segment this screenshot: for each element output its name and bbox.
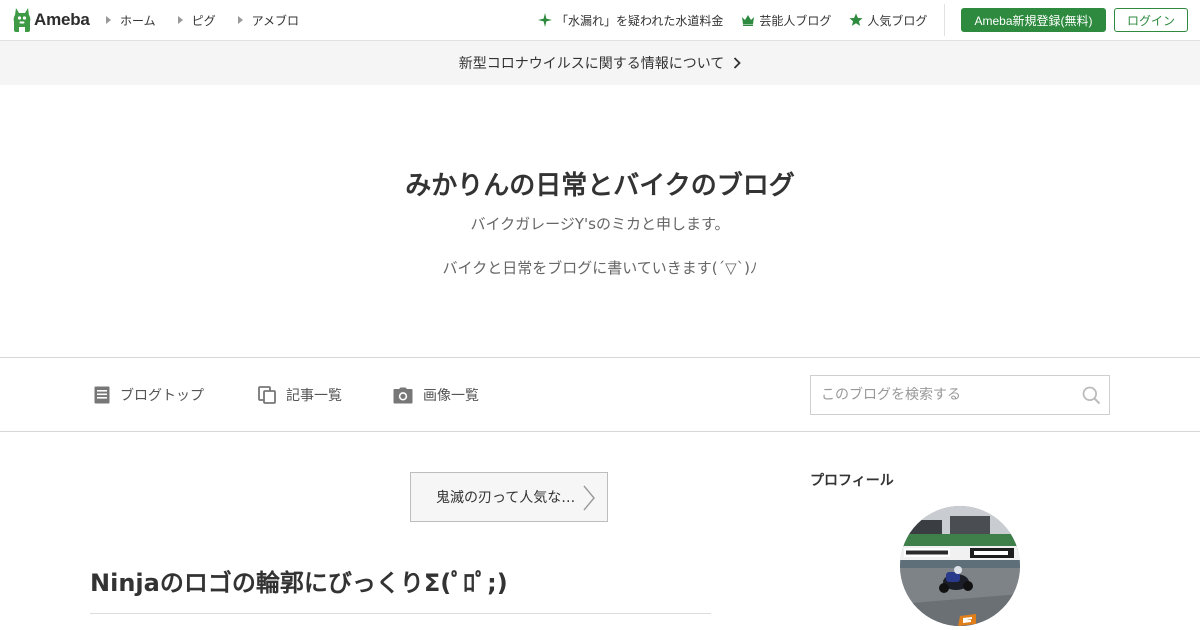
nav-pigg[interactable]: ピグ	[177, 12, 216, 29]
blog-description-line1: バイクガレージY'sのミカと申します。	[470, 215, 730, 233]
blog-nav-images[interactable]: 画像一覧	[393, 359, 479, 431]
sparkle-icon	[538, 13, 552, 27]
entry-title[interactable]: Ninjaのロゴの輪郭にびっくりΣ(ﾟﾛﾟ;)	[90, 563, 508, 598]
previous-entry-label: 鬼滅の刃って人気な…	[436, 490, 576, 506]
global-header: Ameba ホーム ピグ アメブロ 「水漏れ」を疑われた水道料金 芸能人ブログ …	[0, 0, 1200, 41]
crown-icon	[742, 15, 755, 26]
star-icon	[849, 13, 864, 26]
link-water-bill[interactable]: 「水漏れ」を疑われた水道料金	[538, 12, 723, 29]
global-nav: ホーム ピグ アメブロ	[106, 0, 321, 40]
ameba-logo[interactable]: Ameba	[12, 7, 90, 33]
ameba-mascot-icon	[13, 8, 31, 32]
chevron-right-icon	[583, 485, 595, 511]
blog-nav-entries-label: 記事一覧	[286, 388, 342, 404]
nav-pigg-label: ピグ	[191, 13, 216, 28]
blog-nav-top-label: ブログトップ	[120, 388, 204, 404]
blog-search	[810, 375, 1110, 415]
featured-links: 「水漏れ」を疑われた水道料金 芸能人ブログ 人気ブログ	[538, 0, 945, 40]
logo-text: Ameba	[34, 10, 90, 29]
login-button[interactable]: ログイン	[1114, 8, 1188, 32]
link-popular-blogs[interactable]: 人気ブログ	[849, 12, 927, 29]
document-icon	[94, 386, 110, 404]
header-divider	[944, 4, 945, 36]
blog-nav-images-label: 画像一覧	[423, 388, 479, 404]
camera-icon	[393, 387, 413, 403]
previous-entry-link[interactable]: 鬼滅の刃って人気な…	[410, 472, 608, 522]
chevron-right-icon	[734, 57, 742, 69]
link-popular-blogs-label: 人気ブログ	[867, 13, 928, 28]
blog-search-input[interactable]	[811, 376, 1071, 414]
copy-icon	[258, 386, 276, 404]
search-icon	[1082, 386, 1100, 404]
profile-heading: プロフィール	[810, 473, 894, 489]
register-button[interactable]: Ameba新規登録(無料)	[961, 8, 1106, 32]
triangle-right-icon	[106, 16, 111, 24]
nav-home-label: ホーム	[120, 13, 156, 28]
search-button[interactable]	[1079, 384, 1103, 406]
blog-description-line2: バイクと日常をブログに書いていきます(´▽`)ﾉ	[442, 259, 758, 277]
nav-ameblo-label: アメブロ	[251, 13, 300, 28]
nav-home[interactable]: ホーム	[106, 12, 156, 29]
blog-nav-entries[interactable]: 記事一覧	[258, 359, 342, 431]
entry-title-divider	[90, 613, 711, 614]
blog-title[interactable]: みかりんの日常とバイクのブログ	[0, 165, 1200, 202]
blog-header: みかりんの日常とバイクのブログ バイクガレージY'sのミカと申します。 バイクと…	[0, 85, 1200, 358]
covid-notice-banner[interactable]: 新型コロナウイルスに関する情報について	[0, 41, 1200, 85]
covid-notice-label: 新型コロナウイルスに関する情報について	[458, 56, 725, 72]
profile-avatar[interactable]	[900, 506, 1020, 626]
triangle-right-icon	[177, 16, 183, 24]
blog-nav-top[interactable]: ブログトップ	[94, 359, 204, 431]
link-celebrity-blogs-label: 芸能人ブログ	[759, 13, 832, 28]
nav-ameblo[interactable]: アメブロ	[237, 12, 300, 29]
triangle-right-icon	[237, 16, 243, 24]
link-water-bill-label: 「水漏れ」を疑われた水道料金	[556, 13, 724, 28]
link-celebrity-blogs[interactable]: 芸能人ブログ	[741, 12, 831, 29]
avatar-photo-motorcycle-racetrack	[900, 506, 1020, 626]
blog-nav: ブログトップ 記事一覧 画像一覧	[0, 359, 1200, 432]
